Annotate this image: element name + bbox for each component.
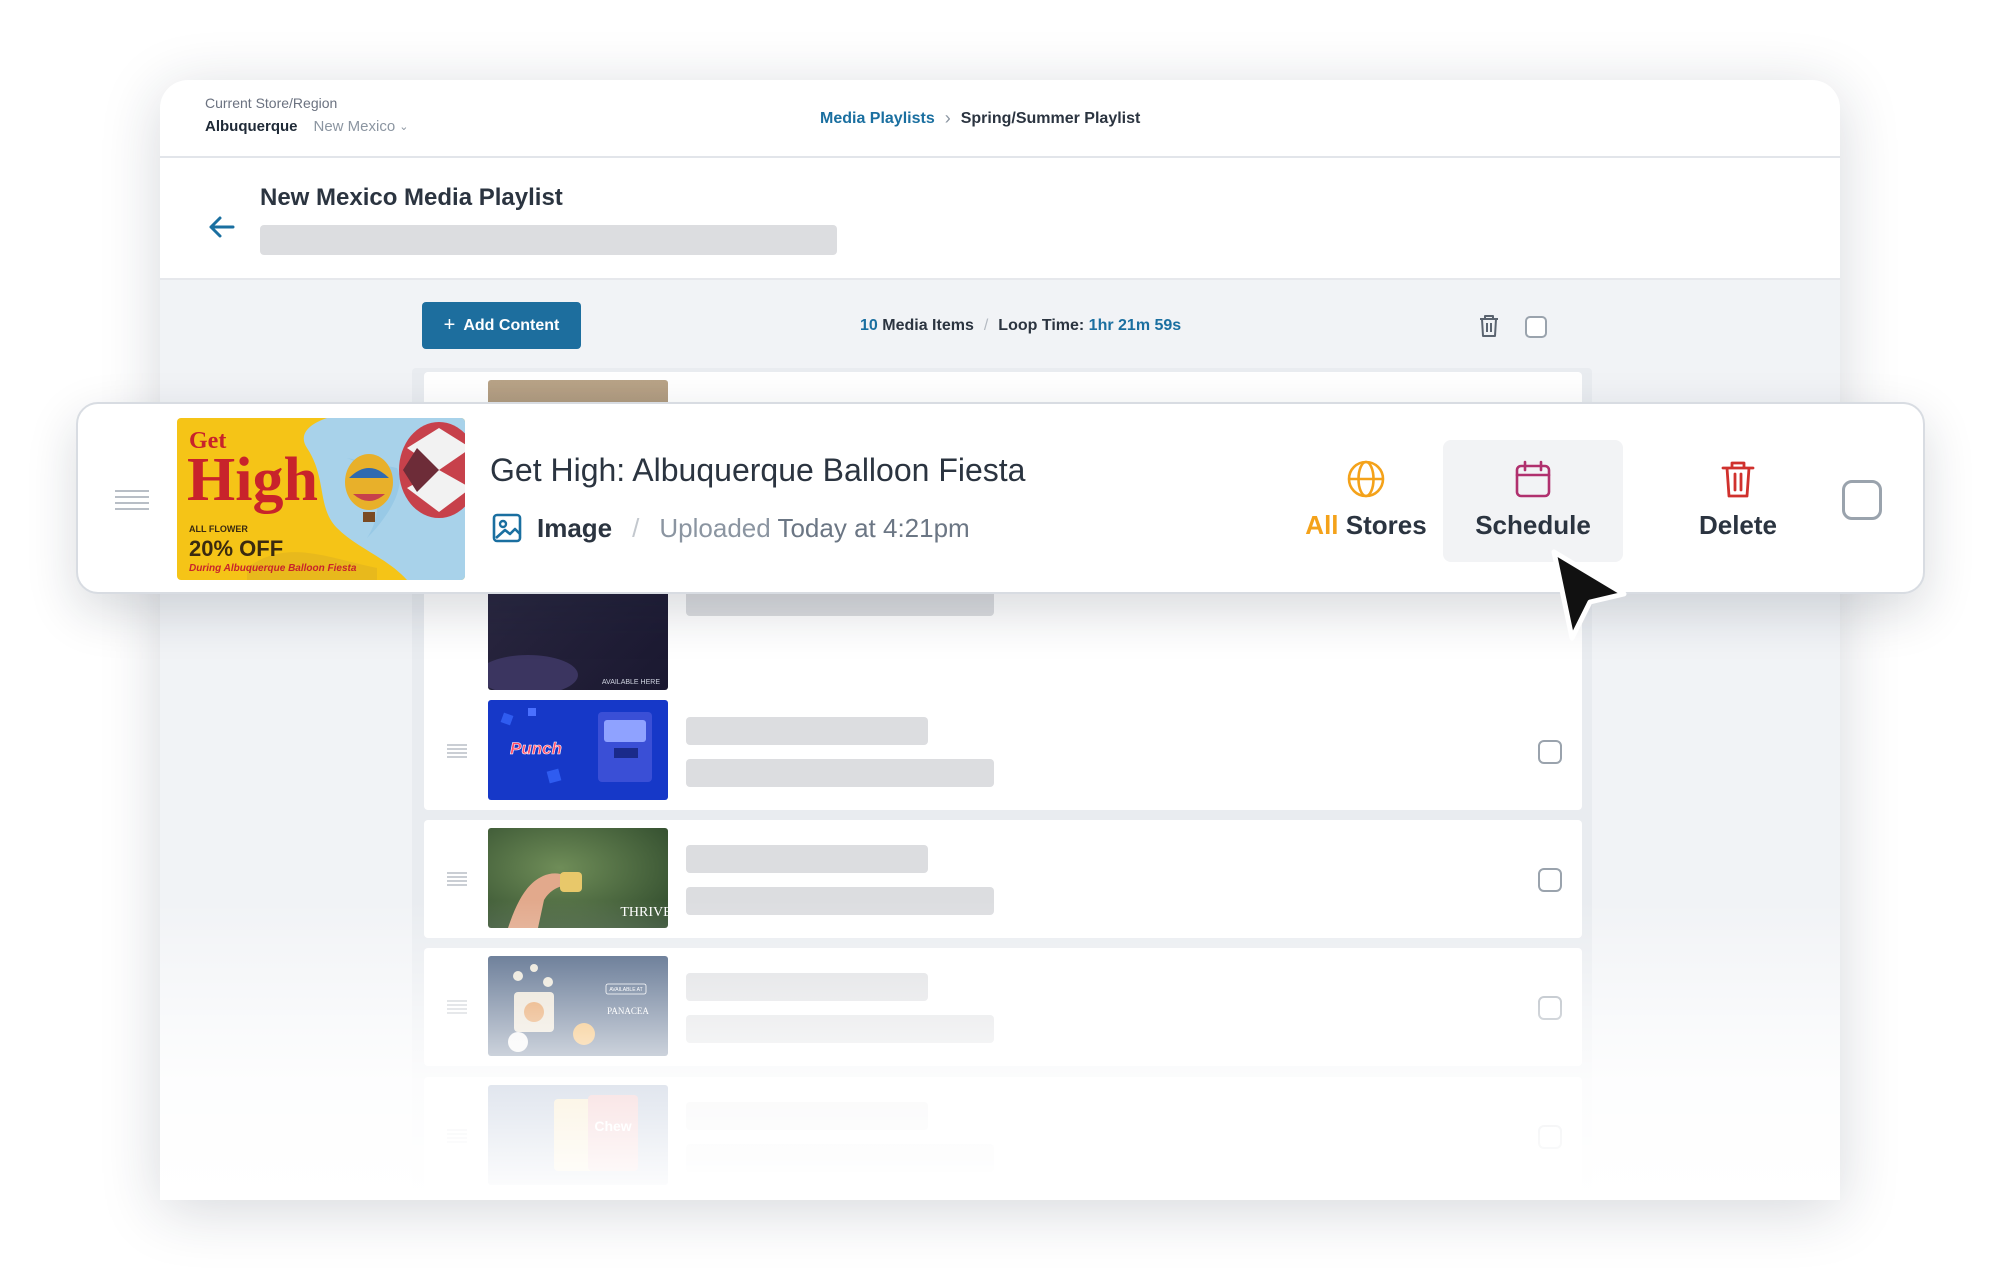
thumb-caption: During Albuquerque Balloon Fiesta [189, 563, 357, 574]
schedule-label: Schedule [1475, 510, 1591, 540]
playlist-toolbar: + Add Content 10 Media Items / Loop Time… [160, 280, 1840, 360]
thumb-caption: Chew [594, 1118, 631, 1134]
breadcrumb: Media Playlists › Spring/Summer Playlist [820, 108, 1140, 129]
add-content-label: Add Content [463, 316, 560, 334]
thumb-caption: AVAILABLE AT [609, 987, 642, 993]
thumb-caption: Punch [510, 739, 562, 758]
store-name: Albuquerque [205, 118, 298, 135]
breadcrumb-media-playlists[interactable]: Media Playlists [820, 110, 935, 128]
meta-placeholder [686, 887, 994, 915]
thumb-caption: AVAILABLE HERE [602, 679, 660, 686]
breadcrumb-current: Spring/Summer Playlist [960, 109, 1141, 127]
media-thumbnail: AVAILABLE AT PANACEA [488, 956, 668, 1056]
media-thumbnail: Punch [488, 700, 668, 800]
trash-icon [1721, 461, 1755, 498]
featured-media-item[interactable]: Get High ALL FLOWER 20% OFF During Albuq… [76, 402, 1925, 594]
region-value: New Mexico [313, 118, 396, 135]
meta-placeholder [686, 1015, 994, 1043]
uploaded-label: Uploaded [659, 512, 771, 543]
media-items-label: Media Items [882, 317, 974, 334]
all-stores-prefix: All [1305, 510, 1339, 540]
row-checkbox[interactable] [1538, 996, 1562, 1020]
delete-label: Delete [1698, 510, 1778, 540]
row-checkbox[interactable] [1538, 868, 1562, 892]
list-item[interactable]: Punch [424, 692, 1582, 810]
chevron-right-icon: › [944, 108, 951, 128]
store-region-label: Current Store/Region [205, 95, 338, 111]
calendar-icon [1515, 460, 1551, 498]
uploaded-time: Today at 4:21pm [777, 512, 970, 543]
media-thumbnail: THRIVE [488, 828, 668, 928]
drag-handle-icon[interactable] [114, 488, 150, 512]
list-item[interactable]: THRIVE [424, 820, 1582, 938]
title-placeholder [686, 717, 928, 745]
arrow-left-icon[interactable] [205, 210, 239, 244]
thumb-caption: High [187, 446, 318, 514]
loop-time-value: 1hr 21m 59s [1088, 317, 1182, 334]
loop-time-label: Loop Time: [998, 317, 1085, 334]
meta-divider: / [632, 512, 640, 543]
drag-handle-icon[interactable] [446, 743, 468, 759]
item-checkbox[interactable] [1842, 480, 1882, 520]
playlist-header: New Mexico Media Playlist [160, 158, 1840, 280]
thumb-caption: ALL FLOWER [189, 524, 248, 534]
media-thumbnail: Get High ALL FLOWER 20% OFF During Albuq… [177, 418, 465, 580]
media-thumbnail: Chew [488, 1085, 668, 1185]
mouse-pointer-icon [1551, 549, 1627, 641]
plus-icon: + [443, 314, 456, 336]
thumb-caption: PANACEA [607, 1006, 649, 1016]
top-bar: Current Store/Region Albuquerque New Mex… [160, 80, 1840, 158]
title-placeholder [686, 845, 928, 873]
chevron-down-icon: ⌄ [399, 121, 409, 133]
stats-divider: / [983, 317, 989, 334]
media-thumbnail: AVAILABLE HERE [488, 590, 668, 690]
thumb-caption: 20% OFF [189, 536, 283, 561]
drag-handle-icon[interactable] [446, 871, 468, 887]
title-placeholder [686, 1102, 928, 1130]
media-title: Get High: Albuquerque Balloon Fiesta [490, 452, 1026, 488]
page-title: New Mexico Media Playlist [260, 184, 563, 211]
row-checkbox[interactable] [1538, 740, 1562, 764]
playlist-stats: 10 Media Items / Loop Time: 1hr 21m 59s [860, 317, 1181, 335]
media-type: Image [537, 512, 613, 543]
schedule-button[interactable]: Schedule [1443, 440, 1623, 562]
subtitle-placeholder [260, 225, 837, 255]
title-placeholder [686, 973, 928, 1001]
media-count: 10 [860, 317, 878, 334]
add-content-button[interactable]: + Add Content [422, 302, 581, 349]
list-item[interactable]: AVAILABLE AT PANACEA [424, 948, 1582, 1066]
thumb-caption: THRIVE [620, 905, 668, 920]
meta-placeholder [686, 759, 994, 787]
list-item[interactable]: Chew [424, 1077, 1582, 1195]
row-checkbox[interactable] [1538, 1125, 1562, 1149]
store-region-row: Albuquerque New Mexico ⌄ [205, 118, 408, 135]
drag-handle-icon[interactable] [446, 999, 468, 1015]
drag-handle-icon[interactable] [446, 1128, 468, 1144]
delete-button[interactable]: Delete [1663, 440, 1813, 562]
media-meta: Image / Uploaded Today at 4:21pm [491, 512, 970, 544]
trash-icon[interactable] [1476, 313, 1502, 339]
image-icon [492, 513, 522, 543]
all-stores-button[interactable]: All Stores [1291, 440, 1441, 562]
meta-placeholder [686, 1144, 994, 1172]
select-all-checkbox[interactable] [1525, 316, 1547, 338]
all-stores-label: Stores [1345, 510, 1427, 540]
region-select[interactable]: New Mexico ⌄ [314, 118, 409, 135]
globe-icon [1347, 460, 1385, 498]
list-item[interactable]: AVAILABLE HERE [424, 582, 1582, 700]
